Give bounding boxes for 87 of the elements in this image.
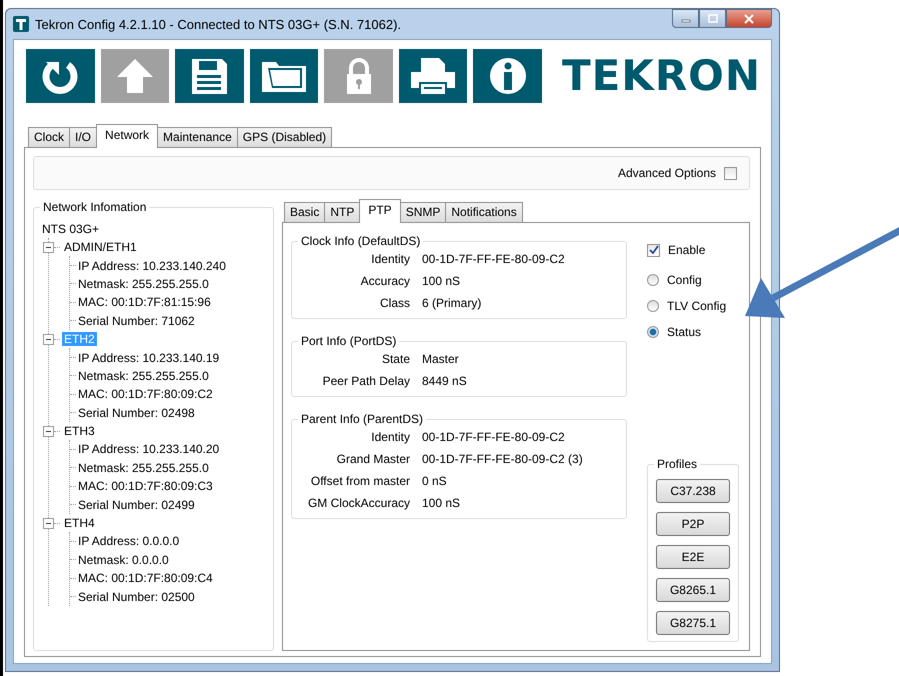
- field-label: GM ClockAccuracy: [306, 496, 410, 510]
- info-icon: [488, 56, 528, 96]
- tree-item[interactable]: Serial Number: 02500: [78, 590, 195, 604]
- tab[interactable]: Notifications: [445, 202, 523, 222]
- field-label: Accuracy: [360, 274, 410, 288]
- maximize-icon: [706, 14, 718, 24]
- tree-item[interactable]: Serial Number: 71062: [78, 314, 195, 328]
- radio-label: Status: [667, 325, 702, 339]
- tab[interactable]: I/O: [69, 127, 98, 147]
- field-label: Identity: [370, 252, 410, 266]
- tab[interactable]: Clock: [28, 127, 70, 147]
- collapse-toggle[interactable]: [43, 334, 54, 345]
- tab[interactable]: PTP: [359, 199, 401, 223]
- group-title: Port Info (PortDS): [298, 334, 400, 349]
- profile-button[interactable]: C37.238: [656, 479, 730, 503]
- app-icon: [13, 16, 29, 32]
- tab[interactable]: Maintenance: [157, 127, 238, 147]
- tree-item[interactable]: ETH3: [62, 424, 97, 438]
- field-label: Class: [378, 296, 410, 310]
- profile-button[interactable]: E2E: [656, 545, 730, 569]
- field-value: 00-1D-7F-FF-FE-80-09-C2: [422, 252, 566, 266]
- radio-button[interactable]: [647, 326, 659, 338]
- field-value: 100 nS: [422, 496, 462, 510]
- tree-item[interactable]: ADMIN/ETH1: [62, 240, 139, 254]
- tree-item[interactable]: IP Address: 10.233.140.19: [78, 350, 220, 365]
- radio-label: TLV Config: [667, 299, 726, 313]
- tab[interactable]: GPS (Disabled): [236, 127, 332, 147]
- tab[interactable]: NTP: [324, 202, 360, 222]
- field-label: Identity: [370, 430, 410, 444]
- field-value: 00-1D-7F-FF-FE-80-09-C2 (3): [422, 452, 584, 466]
- field-value: 00-1D-7F-FF-FE-80-09-C2: [422, 430, 566, 444]
- field-value: 100 nS: [422, 274, 462, 288]
- radio-button[interactable]: [647, 300, 659, 312]
- tree-item[interactable]: IP Address: 10.233.140.20: [78, 442, 220, 456]
- tree-item[interactable]: ETH4: [62, 516, 97, 530]
- radio-button[interactable]: [647, 274, 659, 286]
- advanced-options-label: Advanced Options: [618, 166, 716, 180]
- field-value: 0 nS: [422, 474, 448, 488]
- field-label: Grand Master: [336, 452, 410, 466]
- enable-checkbox[interactable]: [647, 244, 660, 256]
- field-value: 6 (Primary): [422, 296, 482, 310]
- enable-label: Enable: [668, 243, 706, 257]
- field-value: Master: [422, 352, 460, 366]
- tree-item[interactable]: MAC: 00:1D:7F:81:15:96: [78, 295, 211, 310]
- tree-item[interactable]: IP Address: 0.0.0.0: [78, 534, 180, 548]
- collapse-toggle[interactable]: [43, 426, 54, 437]
- tree-item[interactable]: Netmask: 255.255.255.0: [78, 368, 209, 383]
- toolbar-button[interactable]: [175, 49, 244, 103]
- tree-item[interactable]: Serial Number: 02498: [78, 406, 195, 420]
- profile-button[interactable]: G8265.1: [656, 578, 730, 602]
- toolbar-button[interactable]: [26, 49, 95, 103]
- tree-item[interactable]: NTS 03G+: [42, 220, 273, 238]
- field-label: Peer Path Delay: [322, 374, 410, 388]
- tree-item[interactable]: MAC: 00:1D:7F:80:09:C2: [78, 387, 213, 402]
- tree-item[interactable]: IP Address: 10.233.140.240: [78, 258, 226, 273]
- profile-button[interactable]: P2P: [656, 512, 730, 536]
- tree-item[interactable]: Netmask: 0.0.0.0: [78, 552, 169, 567]
- tree-item[interactable]: Serial Number: 02499: [78, 498, 195, 512]
- tree-item[interactable]: Netmask: 255.255.255.0: [78, 276, 209, 291]
- field-label: Offset from master: [310, 474, 410, 488]
- group-title: Parent Info (ParentDS): [298, 412, 426, 427]
- toolbar-button[interactable]: [250, 49, 318, 103]
- window-title: Tekron Config 4.2.1.10 - Connected to NTS 03G+ (S.N. 71062).: [35, 16, 402, 32]
- toolbar-button[interactable]: [473, 49, 542, 103]
- close-icon: [743, 14, 755, 24]
- tab[interactable]: Network: [96, 124, 158, 148]
- collapse-toggle[interactable]: [43, 242, 54, 253]
- tree-item[interactable]: MAC: 00:1D:7F:80:09:C4: [78, 571, 213, 586]
- field-value: 8449 nS: [422, 374, 468, 388]
- field-label: State: [380, 352, 410, 366]
- printer-icon: [409, 56, 458, 96]
- radio-label: Config: [667, 273, 702, 287]
- tree-item[interactable]: MAC: 00:1D:7F:80:09:C3: [78, 479, 213, 494]
- tree-item[interactable]: Netmask: 255.255.255.0: [78, 460, 209, 475]
- profile-button[interactable]: G8275.1: [656, 611, 730, 635]
- logo: TEKRON: [562, 55, 762, 97]
- minimize-button[interactable]: [672, 9, 699, 28]
- toolbar-button[interactable]: [398, 49, 468, 103]
- tab[interactable]: Basic: [284, 202, 326, 222]
- close-button[interactable]: [726, 9, 772, 28]
- save-icon: [189, 56, 230, 96]
- group-title: Clock Info (DefaultDS): [298, 234, 424, 249]
- tab[interactable]: SNMP: [400, 202, 446, 222]
- upload-icon: [114, 56, 155, 96]
- collapse-toggle[interactable]: [43, 518, 54, 529]
- advanced-options-checkbox[interactable]: [724, 166, 737, 180]
- maximize-button[interactable]: [699, 9, 726, 28]
